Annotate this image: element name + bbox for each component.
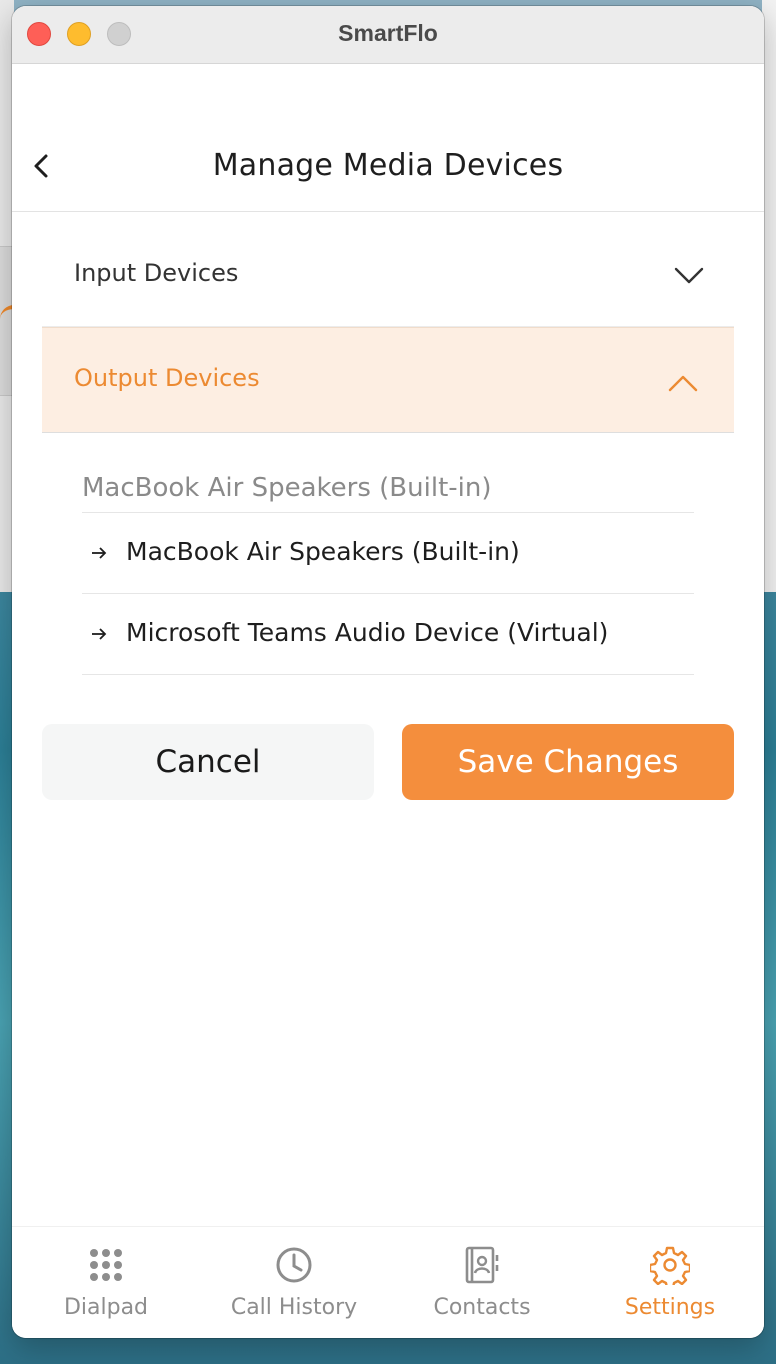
dialpad-icon <box>86 1245 126 1285</box>
tab-label: Dialpad <box>63 1295 149 1320</box>
page-header: Manage Media Devices <box>12 64 764 212</box>
section-input-devices[interactable]: Input Devices <box>42 221 734 327</box>
chevron-down-icon[interactable] <box>672 265 706 287</box>
page-title: Manage Media Devices <box>212 148 564 183</box>
tab-label: Call History <box>230 1295 358 1320</box>
clock-icon <box>274 1245 314 1285</box>
tab-settings[interactable]: Settings <box>576 1227 764 1338</box>
tab-call-history[interactable]: Call History <box>200 1227 388 1338</box>
selected-output-device: MacBook Air Speakers (Built-in) <box>82 463 694 513</box>
arrow-right-icon <box>90 626 108 642</box>
bottom-tab-bar: Dialpad Call History Contacts Settings <box>12 1226 764 1338</box>
tab-label: Contacts <box>433 1295 531 1320</box>
gear-icon <box>648 1245 692 1290</box>
tab-label: Settings <box>624 1295 716 1320</box>
chevron-up-icon[interactable] <box>666 372 700 394</box>
desktop-background-panel <box>762 0 776 592</box>
app-window: SmartFlo Manage Media Devices Input Devi… <box>12 6 764 1338</box>
title-bar[interactable]: SmartFlo <box>12 6 764 64</box>
device-label: MacBook Air Speakers (Built-in) <box>126 537 520 566</box>
section-label: Input Devices <box>74 259 239 287</box>
list-item[interactable]: Microsoft Teams Audio Device (Virtual) <box>82 594 694 675</box>
save-changes-button[interactable]: Save Changes <box>402 724 734 800</box>
tab-contacts[interactable]: Contacts <box>388 1227 576 1338</box>
output-device-list: MacBook Air Speakers (Built-in) MacBook … <box>82 459 694 675</box>
section-label: Output Devices <box>74 364 260 392</box>
section-output-devices[interactable]: Output Devices <box>42 327 734 433</box>
device-label: Microsoft Teams Audio Device (Virtual) <box>126 618 609 647</box>
contacts-icon <box>462 1245 502 1285</box>
list-item[interactable]: MacBook Air Speakers (Built-in) <box>82 513 694 594</box>
window-title: SmartFlo <box>338 20 438 46</box>
arrow-right-icon <box>90 545 108 561</box>
tab-dialpad[interactable]: Dialpad <box>12 1227 200 1338</box>
cancel-button[interactable]: Cancel <box>42 724 374 800</box>
